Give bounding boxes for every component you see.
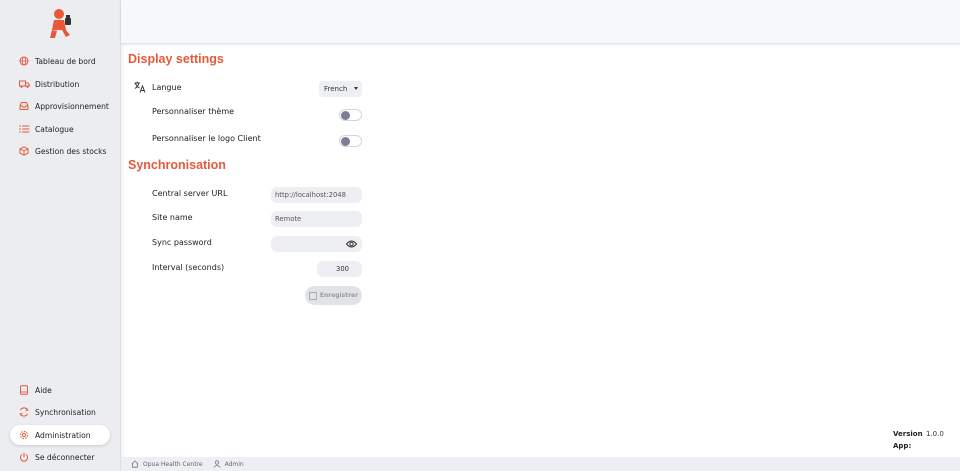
- sidebar-item-sync[interactable]: Synchronisation: [10, 402, 110, 422]
- sidebar-item-distribution[interactable]: Distribution: [10, 74, 110, 94]
- app-root: Tableau de bord Distribution Approvision…: [0, 0, 960, 471]
- user-icon: [213, 460, 221, 468]
- url-label: Central server URL: [152, 189, 228, 198]
- app-label: App:: [893, 442, 912, 450]
- globe-icon: [18, 55, 30, 67]
- sync-title: Synchronisation: [128, 158, 226, 172]
- sidebar-item-label: Catalogue: [35, 124, 74, 134]
- site-name-label: Site name: [152, 213, 193, 222]
- save-button[interactable]: Enregistrer: [305, 286, 362, 305]
- eye-icon[interactable]: [345, 239, 358, 249]
- version-label: Version: [893, 430, 923, 438]
- store-info: Opua Health Centre: [131, 460, 203, 468]
- inbox-icon: [18, 100, 30, 112]
- sidebar-item-label: Tableau de bord: [35, 56, 96, 66]
- central-server-url-input[interactable]: http://localhost:2048: [271, 187, 362, 203]
- sidebar-item-replenishment[interactable]: Approvisionnement: [10, 96, 110, 116]
- sidebar-item-label: Administration: [35, 430, 91, 440]
- language-select[interactable]: French: [319, 81, 362, 97]
- box-icon: [18, 145, 30, 157]
- user-info: Admin: [213, 460, 244, 468]
- site-name-input[interactable]: Remote: [271, 211, 362, 227]
- truck-icon: [18, 78, 30, 90]
- app-logo: [48, 6, 74, 40]
- power-icon: [18, 451, 30, 463]
- sidebar-item-label: Gestion des stocks: [35, 146, 107, 156]
- chevron-down-icon: [354, 87, 358, 90]
- sidebar-item-stock[interactable]: Gestion des stocks: [10, 141, 110, 161]
- sync-password-label: Sync password: [152, 238, 212, 247]
- sidebar-item-dashboard[interactable]: Tableau de bord: [10, 51, 110, 71]
- theme-label: Personnaliser thème: [152, 107, 235, 116]
- sidebar-item-catalogue[interactable]: Catalogue: [10, 119, 110, 139]
- sidebar-item-label: Synchronisation: [35, 407, 96, 417]
- sidebar-item-logout[interactable]: Se déconnecter: [10, 447, 110, 467]
- version-value: 1.0.0: [926, 430, 944, 438]
- interval-label: Interval (seconds): [152, 263, 225, 272]
- interval-input[interactable]: 300: [317, 261, 362, 277]
- toggle-knob: [341, 137, 350, 146]
- sync-password-input[interactable]: [271, 236, 362, 252]
- url-value: http://localhost:2048: [275, 191, 346, 199]
- list-icon: [18, 123, 30, 135]
- translate-icon: [134, 81, 146, 96]
- save-icon: [308, 291, 317, 300]
- app-header: [121, 0, 960, 44]
- language-select-value: French: [324, 85, 348, 93]
- book-icon: [18, 384, 30, 396]
- store-name: Opua Health Centre: [143, 460, 203, 468]
- status-footer: Opua Health Centre Admin: [121, 457, 960, 471]
- sidebar-item-label: Aide: [35, 385, 52, 395]
- logo-toggle[interactable]: [339, 135, 362, 147]
- save-button-label: Enregistrer: [319, 292, 359, 299]
- theme-toggle[interactable]: [339, 109, 362, 121]
- toggle-knob: [341, 111, 350, 120]
- site-name-value: Remote: [275, 215, 302, 223]
- sidebar-item-help[interactable]: Aide: [10, 380, 110, 400]
- sidebar-item-administration[interactable]: Administration: [10, 425, 110, 445]
- language-label: Langue: [152, 83, 182, 92]
- user-name: Admin: [224, 460, 244, 468]
- sync-icon: [18, 406, 30, 418]
- home-icon: [131, 460, 139, 468]
- sidebar-item-label: Distribution: [35, 79, 80, 89]
- interval-value: 300: [336, 265, 349, 273]
- logo-label: Personnaliser le logo Client: [152, 134, 261, 143]
- sidebar-item-label: Approvisionnement: [35, 101, 109, 111]
- display-settings-title: Display settings: [128, 52, 224, 66]
- sidebar-item-label: Se déconnecter: [35, 452, 95, 462]
- gear-icon: [18, 429, 30, 441]
- sidebar: Tableau de bord Distribution Approvision…: [0, 0, 121, 471]
- version-label-text: Version: [893, 430, 923, 438]
